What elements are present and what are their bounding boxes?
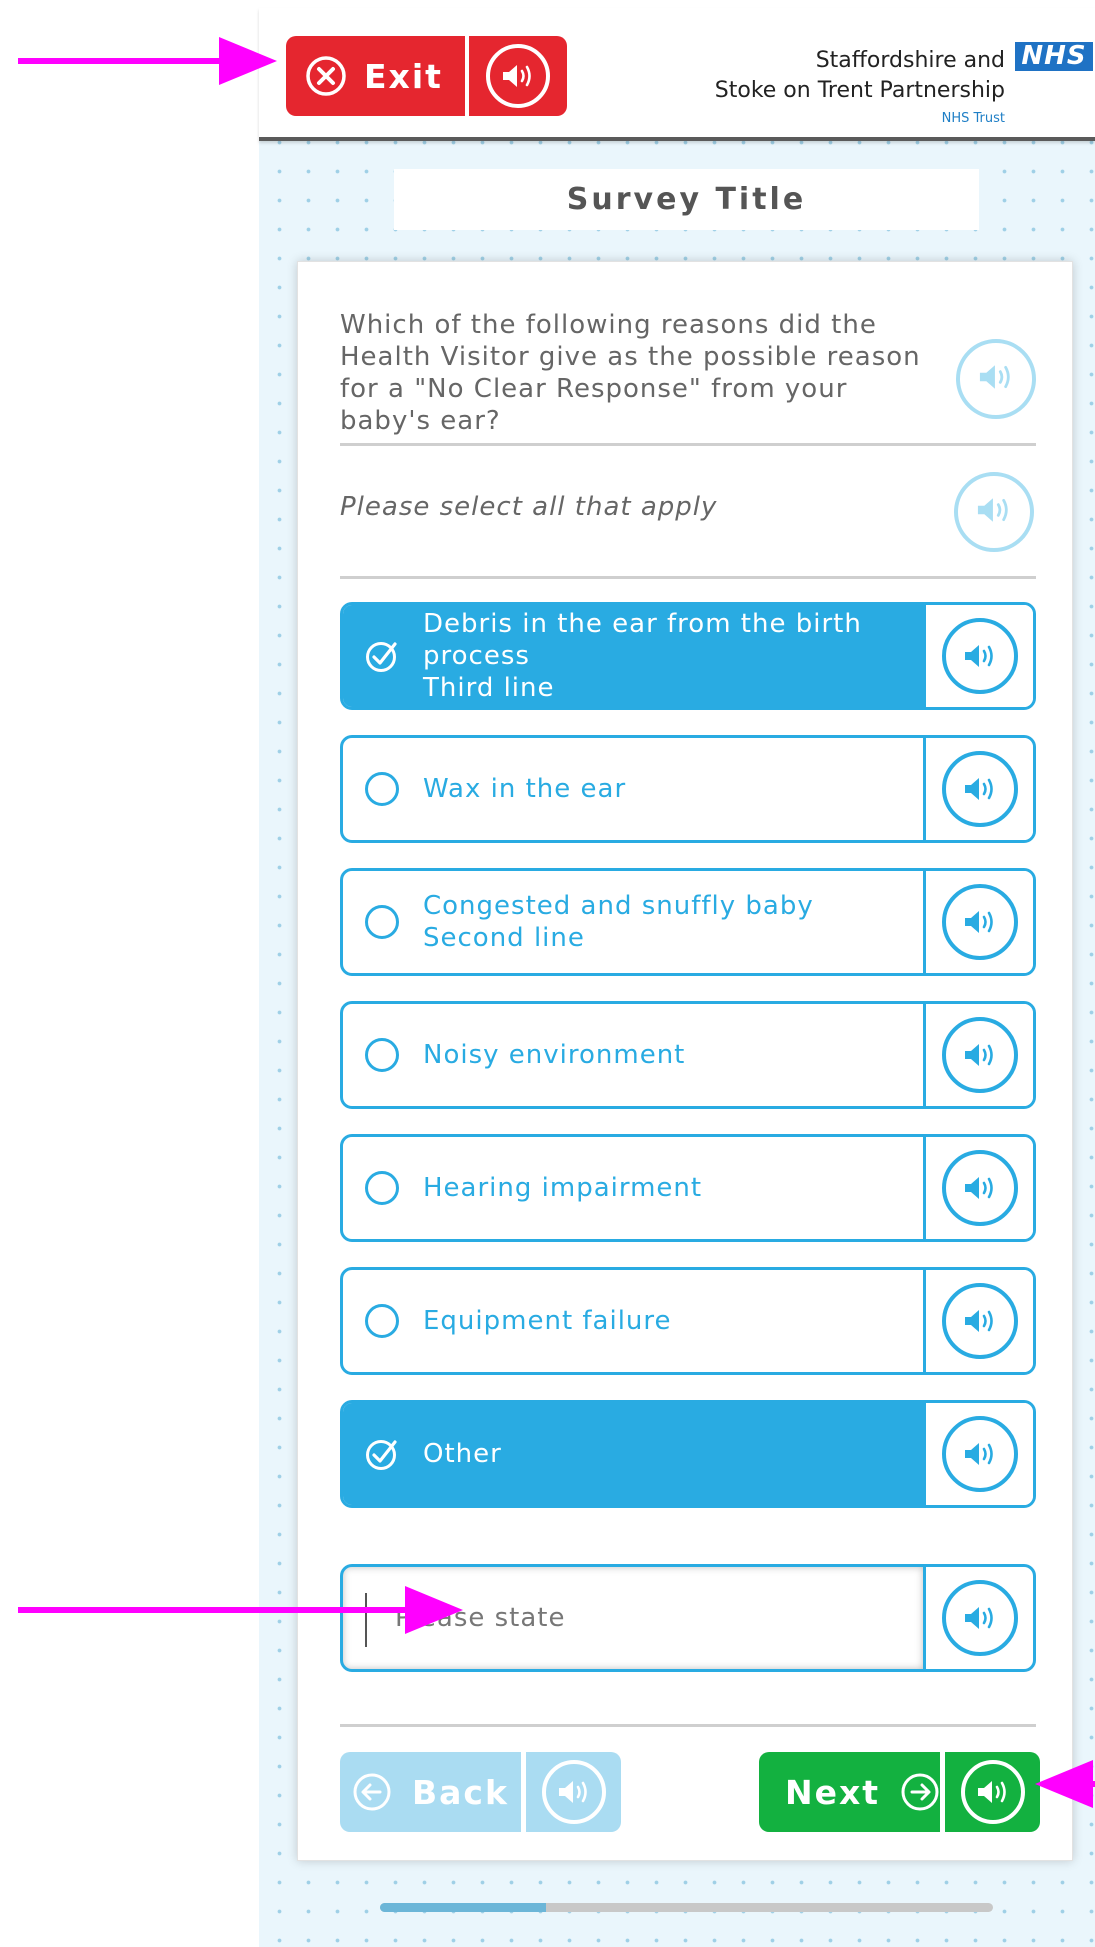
radio-circle-icon [365,1171,399,1205]
option-select-area[interactable]: Other [343,1403,923,1505]
brand-line-2: Stoke on Trent Partnership [714,78,1005,103]
question-text: Which of the following reasons did the H… [340,310,921,436]
option-audio-button[interactable] [923,605,1033,707]
option-audio-button[interactable] [923,871,1033,973]
brand-block: NHS Staffordshire and Stoke on Trent Par… [675,35,1095,126]
option-label: Debris in the ear from the birth process… [423,609,862,703]
back-label: Back [412,1772,509,1812]
arrow-head [405,1586,463,1634]
back-button[interactable]: Back [340,1752,526,1832]
speaker-icon [486,44,550,108]
option-select-area[interactable]: Noisy environment [343,1004,923,1106]
speaker-icon [976,362,1016,396]
answer-option: Equipment failure [340,1267,1036,1375]
brand-line-1: Staffordshire and [815,48,1005,73]
close-circle-icon [305,55,347,97]
divider [340,1724,1036,1727]
speaker-icon [941,618,1018,694]
radio-circle-icon [365,905,399,939]
option-label: Hearing impairment [423,1173,703,1203]
arrow-shaft [18,1607,418,1613]
progress-bar [380,1903,993,1912]
radio-circle-icon [365,1304,399,1338]
answer-option: Hearing impairment [340,1134,1036,1242]
answer-option: Debris in the ear from the birth process… [340,602,1036,710]
brand-line-3: NHS Trust [941,111,1005,126]
arrow-left-circle-icon [352,1772,392,1812]
option-select-area[interactable]: Equipment failure [343,1270,923,1372]
header: Exit NHS Staffordshire and Stoke on Tren… [259,8,1095,141]
question-audio-button[interactable] [956,339,1036,419]
exit-audio-button[interactable] [469,36,567,116]
next-label: Next [785,1772,881,1812]
check-circle-icon [365,1437,399,1471]
radio-circle-icon [365,772,399,806]
progress-fill [380,1903,546,1912]
option-audio-button[interactable] [923,1403,1033,1505]
speaker-icon [941,1416,1018,1492]
option-select-area[interactable]: Debris in the ear from the birth process… [343,605,923,707]
exit-group: Exit [286,36,567,116]
divider [340,576,1036,579]
answer-option: Other [340,1400,1036,1508]
option-label: Wax in the ear [423,774,627,804]
option-select-area[interactable]: Wax in the ear [343,738,923,840]
option-audio-button[interactable] [923,1270,1033,1372]
divider [340,443,1036,446]
back-group: Back [340,1752,621,1832]
arrow-right-circle-icon [900,1772,940,1812]
back-audio-button[interactable] [526,1752,621,1832]
speaker-icon [541,1760,606,1824]
arrow-shaft [1090,1781,1095,1787]
speaker-icon [941,884,1018,960]
option-audio-button[interactable] [923,738,1033,840]
exit-button[interactable]: Exit [286,36,469,116]
instruction-text: Please select all that apply [340,492,718,522]
instruction-audio-button[interactable] [954,472,1034,552]
option-label: Other [423,1439,502,1469]
next-group: Next [759,1752,1040,1832]
speaker-icon [960,1760,1025,1824]
speaker-icon [941,1580,1018,1656]
speaker-icon [941,1017,1018,1093]
app-frame: Exit NHS Staffordshire and Stoke on Tren… [259,8,1095,1947]
answer-option: Congested and snuffly baby Second line [340,868,1036,976]
question-row: Which of the following reasons did the H… [340,309,1036,437]
option-audio-button[interactable] [923,1004,1033,1106]
option-label: Congested and snuffly baby Second line [423,891,814,953]
speaker-icon [974,495,1014,529]
option-select-area[interactable]: Congested and snuffly baby Second line [343,871,923,973]
other-input-audio-button[interactable] [923,1567,1033,1669]
answer-option: Noisy environment [340,1001,1036,1109]
nhs-logo: NHS [1015,42,1093,71]
speaker-icon [941,1283,1018,1359]
next-button[interactable]: Next [759,1752,945,1832]
answer-option: Wax in the ear [340,735,1036,843]
next-audio-button[interactable] [945,1752,1040,1832]
speaker-icon [941,1150,1018,1226]
arrow-head [1035,1760,1093,1808]
arrow-shaft [18,58,228,64]
option-select-area[interactable]: Hearing impairment [343,1137,923,1239]
option-audio-button[interactable] [923,1137,1033,1239]
radio-circle-icon [365,1038,399,1072]
check-circle-icon [365,639,399,673]
arrow-head [219,37,277,85]
option-label: Equipment failure [423,1306,672,1336]
text-caret [365,1593,367,1647]
speaker-icon [941,751,1018,827]
option-label: Noisy environment [423,1040,686,1070]
exit-label: Exit [364,56,443,96]
survey-title: Survey Title [394,169,979,230]
